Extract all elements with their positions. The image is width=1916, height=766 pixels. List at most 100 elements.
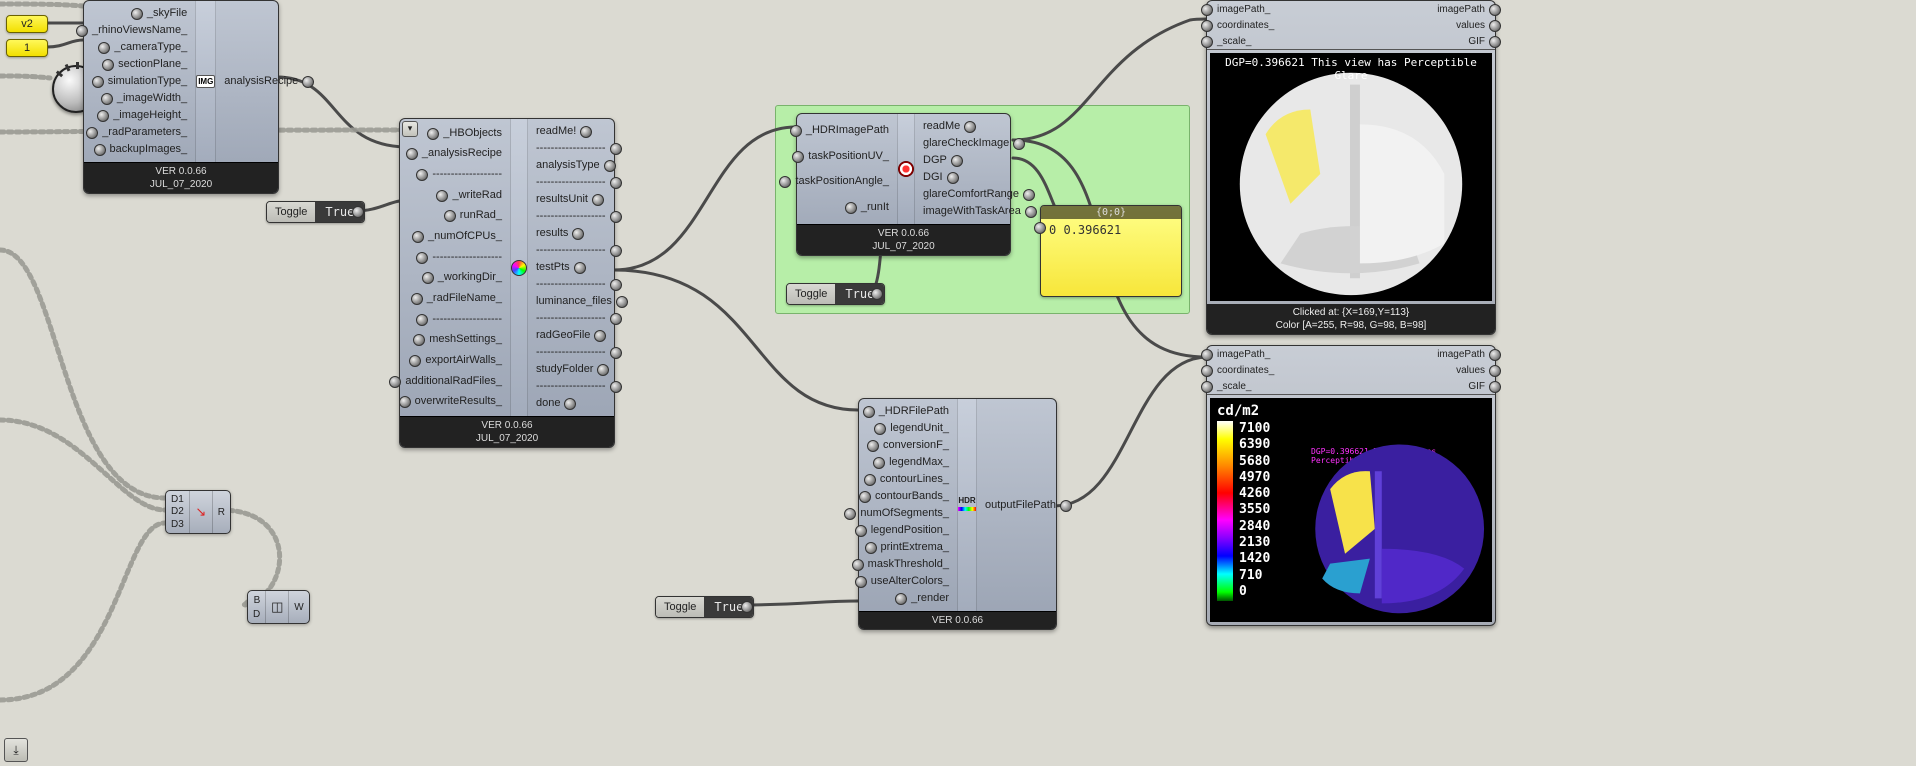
grip[interactable] (444, 210, 456, 222)
grip[interactable] (416, 169, 428, 181)
port--: ------------------- (534, 208, 608, 225)
grip[interactable] (412, 231, 424, 243)
grip[interactable] (399, 396, 411, 408)
hdr-icon: HDR (958, 497, 976, 513)
grip[interactable] (1025, 206, 1037, 218)
port--writerad: _writeRad (450, 187, 504, 204)
node-falsecolor[interactable]: _HDRFilePathlegendUnit_conversionF_legen… (858, 398, 1057, 630)
viewer-click: Clicked at: {X=169,Y=113} (1207, 306, 1495, 319)
grip[interactable] (436, 190, 448, 202)
port--: ------------------- (430, 249, 504, 266)
merge-d2: D2 (171, 506, 184, 517)
grip[interactable] (604, 160, 616, 172)
grip[interactable] (409, 355, 421, 367)
grip[interactable] (844, 508, 856, 520)
grip[interactable] (413, 334, 425, 346)
grip[interactable] (574, 262, 586, 274)
grip[interactable] (1023, 189, 1035, 201)
grip[interactable] (597, 364, 609, 376)
port-contourlines-: contourLines_ (878, 471, 951, 488)
brep-d: D (253, 609, 260, 620)
grip[interactable] (610, 381, 622, 393)
grip[interactable] (845, 202, 857, 214)
grip[interactable] (610, 347, 622, 359)
grip[interactable] (873, 457, 885, 469)
grip[interactable] (863, 406, 875, 418)
node-analysis-recipe[interactable]: _skyFile_rhinoViewsName__cameraType_sect… (83, 0, 279, 194)
capsule-v2[interactable]: v2 (6, 15, 48, 33)
grip[interactable] (94, 144, 106, 156)
grip[interactable] (594, 330, 606, 342)
grip[interactable] (98, 42, 110, 54)
panel-dgp-output[interactable]: {0;0} 0 0.396621 (1040, 205, 1182, 297)
grip[interactable] (389, 376, 401, 388)
toggle-runRad[interactable]: Toggle True (266, 201, 365, 223)
expand-button[interactable]: ▾ (402, 121, 418, 137)
grip[interactable] (422, 272, 434, 284)
port--skyfile: _skyFile (145, 5, 189, 22)
grip[interactable] (792, 151, 804, 163)
grip[interactable] (859, 491, 871, 503)
grip[interactable] (564, 398, 576, 410)
grip[interactable] (964, 121, 976, 133)
grip[interactable] (855, 525, 867, 537)
grip[interactable] (86, 127, 98, 139)
grip[interactable] (427, 128, 439, 140)
image-viewer-falsecolor[interactable]: imagePath_imagePathcoordinates_values_sc… (1206, 345, 1496, 626)
port--imageheight-: _imageHeight_ (111, 107, 189, 124)
toggle-render[interactable]: Toggle True (655, 596, 754, 618)
hb-icon (511, 260, 527, 276)
grip[interactable] (790, 125, 802, 137)
grip[interactable] (416, 314, 428, 326)
grip[interactable] (855, 576, 867, 588)
grip[interactable] (97, 110, 109, 122)
node-run-daylight[interactable]: ▾ _HBObjects_analysisRecipe-------------… (399, 118, 615, 448)
grip[interactable] (874, 423, 886, 435)
grip[interactable] (610, 143, 622, 155)
viewer-hdr-row: coordinates_values (1207, 362, 1495, 378)
port-overwriteresults-: overwriteResults_ (413, 393, 504, 410)
grip[interactable] (864, 474, 876, 486)
grip[interactable] (592, 194, 604, 206)
component-merge[interactable]: D1 D2 D3 ↘ R (165, 490, 231, 534)
grip[interactable] (76, 25, 88, 37)
grip[interactable] (416, 252, 428, 264)
capsule-1[interactable]: 1 (6, 39, 48, 57)
grip[interactable] (610, 211, 622, 223)
grip[interactable] (580, 126, 592, 138)
image-viewer-glare[interactable]: imagePath_imagePathcoordinates_values_sc… (1206, 0, 1496, 335)
grip[interactable] (947, 172, 959, 184)
port-outputfilepath: outputFilePath (983, 497, 1058, 514)
panel-input-grip[interactable] (1034, 222, 1046, 234)
toggle-glare-grip[interactable] (871, 288, 883, 300)
grip[interactable] (610, 177, 622, 189)
port-analysistype: analysisType (534, 157, 602, 174)
grip[interactable] (616, 296, 628, 308)
grip[interactable] (865, 542, 877, 554)
grip[interactable] (102, 59, 114, 71)
port-results: results (534, 225, 570, 242)
port-sectionplane-: sectionPlane_ (116, 56, 189, 73)
port--: ------------------- (534, 276, 608, 293)
toggle-output-grip[interactable] (352, 206, 364, 218)
grip[interactable] (852, 559, 864, 571)
grip[interactable] (572, 228, 584, 240)
grip[interactable] (302, 76, 314, 88)
grip[interactable] (610, 279, 622, 291)
grip[interactable] (610, 313, 622, 325)
node-glare-analysis[interactable]: _HDRImagePathtaskPositionUV_taskPosition… (796, 113, 1011, 256)
grip[interactable] (895, 593, 907, 605)
grip[interactable] (610, 245, 622, 257)
grip[interactable] (406, 148, 418, 160)
grip[interactable] (951, 155, 963, 167)
component-brep[interactable]: B D ◫ W (247, 590, 310, 624)
grip[interactable] (131, 8, 143, 20)
grip[interactable] (101, 93, 113, 105)
grip[interactable] (867, 440, 879, 452)
grip[interactable] (411, 293, 423, 305)
port-additionalradfiles-: additionalRadFiles_ (403, 373, 504, 390)
zoom-extents-button[interactable]: ⤓ (4, 738, 28, 762)
grip[interactable] (92, 76, 104, 88)
toggle-render-grip[interactable] (741, 601, 753, 613)
grip[interactable] (1060, 500, 1072, 512)
